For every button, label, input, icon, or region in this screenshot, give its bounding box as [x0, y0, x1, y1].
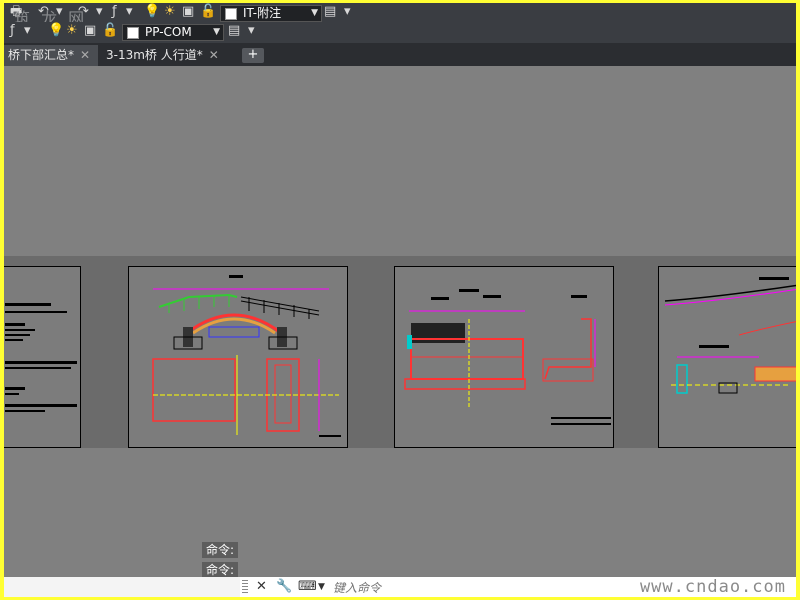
site-watermark: www.cndao.com [639, 577, 786, 597]
match-properties-icon[interactable]: ƒ [10, 23, 15, 39]
undo-dropdown-icon[interactable]: ▾ [56, 4, 63, 20]
styles-toolbar: ƒ ▾ 💡 ☀ ▣ 🔓 PP-COM ▼ ▤ ▾ [4, 22, 796, 43]
new-tab-button[interactable]: + [242, 48, 264, 63]
document-tab-bar: 桥下部汇总* ✕ 3-13m桥 人行道* ✕ + [4, 43, 796, 66]
abutment-section-graphic [404, 289, 637, 437]
command-prompt-icon[interactable]: ⌨ [298, 579, 317, 594]
drawing-sheet[interactable] [4, 266, 81, 448]
sheet-strip [4, 256, 796, 448]
command-bar: ✕ 🔧 ⌨ ▼ www.cndao.com [4, 577, 796, 597]
undo-icon[interactable]: ↶ [38, 4, 49, 20]
tab-label: 桥下部汇总* [8, 48, 75, 62]
lock-icon[interactable]: 🔓 [200, 4, 216, 20]
match-dropdown-icon[interactable]: ▾ [126, 4, 133, 20]
tab-label: 3-13m桥 人行道* [106, 48, 203, 62]
drawing-sheet[interactable] [394, 266, 637, 448]
application-window: 筑 龙 网 🖶 ↶ ▾ ↷ ▾ ƒ ▾ 💡 ☀ ▣ 🔓 IT-附注 ▼ ▤ ▾ … [4, 3, 796, 597]
command-history-line: 命令: [202, 542, 239, 558]
bridge-elevation-graphic [152, 275, 341, 437]
toolbar-options-icon[interactable]: ▾ [344, 4, 351, 20]
layer-state-icon[interactable]: ▤ [324, 4, 336, 20]
drawing-sheet[interactable] [128, 266, 348, 448]
close-icon[interactable]: ✕ [209, 48, 219, 62]
tab-sidewalk[interactable]: 3-13m桥 人行道* ✕ [102, 45, 238, 66]
command-history-line: 命令: [202, 562, 239, 578]
layer-color-swatch [225, 7, 237, 20]
close-icon[interactable]: ✕ [80, 48, 90, 62]
toolbar-options-icon[interactable]: ▾ [248, 23, 255, 39]
lightbulb-icon[interactable]: 💡 [144, 4, 160, 20]
lightbulb-icon[interactable]: 💡 [48, 23, 64, 39]
match-dropdown-icon[interactable]: ▾ [24, 23, 31, 39]
freeze-viewport-icon[interactable]: ▣ [182, 4, 194, 20]
drag-handle[interactable] [242, 580, 248, 594]
road-profile-graphic [664, 277, 796, 394]
sun-icon[interactable]: ☀ [66, 23, 78, 39]
save-style-icon[interactable]: ▤ [228, 23, 240, 39]
chevron-down-icon: ▼ [213, 27, 220, 37]
drawing-sheet[interactable] [658, 266, 796, 448]
sheet-notes-graphic [5, 303, 77, 412]
drawing-canvas[interactable]: 命令: 命令: [4, 66, 796, 578]
sun-icon[interactable]: ☀ [164, 4, 176, 20]
redo-dropdown-icon[interactable]: ▾ [96, 4, 103, 20]
lock-icon[interactable]: 🔓 [102, 23, 118, 39]
tab-bridge-substructure[interactable]: 桥下部汇总* ✕ [4, 45, 98, 66]
layer-dropdown[interactable]: IT-附注 ▼ [220, 5, 322, 22]
close-icon[interactable]: ✕ [256, 579, 267, 594]
command-input[interactable] [331, 579, 585, 597]
style-name: PP-COM [145, 25, 192, 39]
properties-toolbar: 筑 龙 网 🖶 ↶ ▾ ↷ ▾ ƒ ▾ 💡 ☀ ▣ 🔓 IT-附注 ▼ ▤ ▾ [4, 3, 796, 28]
freeze-viewport-icon[interactable]: ▣ [84, 23, 96, 39]
style-color-swatch [127, 26, 139, 39]
chevron-down-icon[interactable]: ▼ [318, 582, 325, 592]
print-icon[interactable]: 🖶 [10, 4, 22, 20]
wrench-icon[interactable]: 🔧 [276, 579, 292, 594]
redo-icon[interactable]: ↷ [78, 4, 89, 20]
style-dropdown[interactable]: PP-COM ▼ [122, 24, 224, 41]
layer-name: IT-附注 [243, 6, 282, 20]
match-properties-icon[interactable]: ƒ [112, 4, 117, 20]
chevron-down-icon: ▼ [311, 8, 318, 18]
